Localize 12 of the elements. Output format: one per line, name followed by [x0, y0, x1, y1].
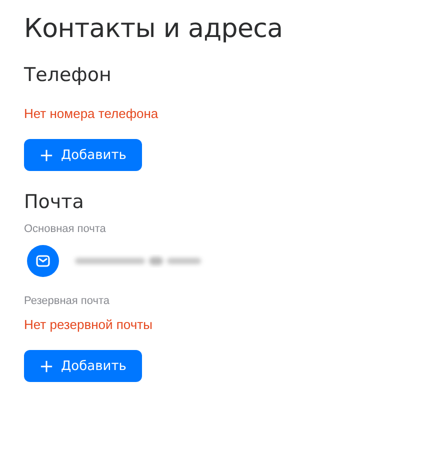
section-heading: Телефон: [24, 64, 112, 86]
plus-icon: [40, 148, 53, 162]
section-heading: Почта: [24, 191, 84, 213]
envelope-icon: [27, 245, 59, 277]
page-title: Контакты и адреса: [24, 14, 284, 44]
add-button[interactable]: Добавить: [24, 350, 142, 382]
field-label: Резервная почта: [24, 295, 110, 307]
empty-message: Нет номера телефона: [24, 106, 158, 121]
field-label: Основная почта: [24, 223, 106, 235]
empty-message: Нет резервной почты: [24, 317, 152, 332]
add-button[interactable]: Добавить: [24, 139, 142, 171]
plus-icon: [40, 360, 53, 372]
